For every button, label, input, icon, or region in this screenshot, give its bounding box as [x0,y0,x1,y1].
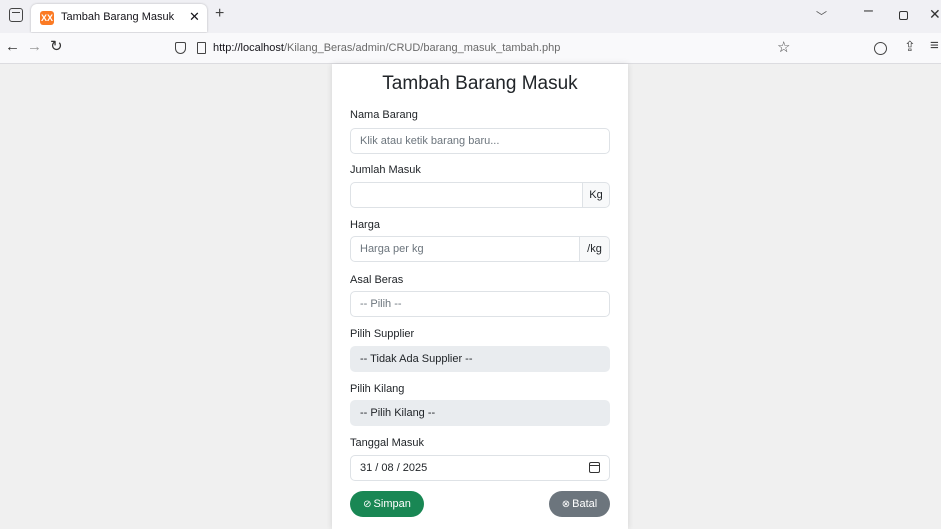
shield-icon[interactable] [175,42,186,54]
back-icon[interactable]: ← [5,38,20,55]
tanggal-masuk-value: 31 / 08 / 2025 [360,462,428,474]
close-icon[interactable]: ✕ [929,6,941,23]
supplier-label: Pilih Supplier [350,328,415,340]
calendar-icon[interactable] [589,462,600,473]
cancel-button[interactable]: ⊗ Batal [549,491,610,517]
minimize-icon[interactable]: – [864,2,873,20]
supplier-select[interactable]: -- Tidak Ada Supplier -- [350,346,610,372]
x-circle-icon: ⊗ [561,499,571,510]
per-kg-addon: /kg [580,236,610,262]
browser-tab[interactable]: XX Tambah Barang Masuk ✕ [31,4,207,32]
url-host: http://localhost [213,42,284,54]
url-path: /Kilang_Beras/admin/CRUD/barang_masuk_ta… [283,42,561,54]
check-circle-icon: ⊘ [363,499,372,510]
cancel-label: Batal [572,498,598,510]
address-bar[interactable]: http://localhost/Kilang_Beras/admin/CRUD… [213,42,560,54]
jumlah-masuk-group: Kg [350,182,610,208]
harga-input[interactable]: Harga per kg [350,236,580,262]
nama-barang-input[interactable]: Klik atau ketik barang baru... [350,128,610,154]
page-title: Tambah Barang Masuk [382,73,578,94]
tanggal-masuk-label: Tanggal Masuk [350,437,424,449]
kg-unit-addon: Kg [583,182,610,208]
page-icon[interactable] [197,42,206,54]
extensions-icon[interactable] [874,42,887,55]
asal-beras-select[interactable]: -- Pilih -- [350,291,610,317]
favicon-icon: XX [40,11,54,25]
browser-nav-bar: ← → ↻ http://localhost/Kilang_Beras/admi… [0,33,941,64]
tab-list-icon[interactable] [9,8,23,22]
kilang-label: Pilih Kilang [350,383,405,395]
jumlah-masuk-input[interactable] [350,182,583,208]
restore-icon[interactable] [899,11,908,20]
asal-beras-label: Asal Beras [350,274,404,286]
share-icon[interactable]: ⇪ [904,38,916,55]
harga-group: Harga per kg /kg [350,236,610,262]
tab-title: Tambah Barang Masuk [61,11,175,23]
form-card: Tambah Barang Masuk Nama Barang Klik ata… [332,64,628,529]
tab-close-icon[interactable]: ✕ [189,9,200,25]
kilang-select[interactable]: -- Pilih Kilang -- [350,400,610,426]
page-viewport: Tambah Barang Masuk Nama Barang Klik ata… [0,64,941,529]
jumlah-masuk-label: Jumlah Masuk [350,164,421,176]
nama-barang-label: Nama Barang [350,109,418,121]
save-label: Simpan [373,498,411,510]
bookmark-star-icon[interactable]: ☆ [777,38,790,56]
forward-icon[interactable]: → [27,38,42,55]
new-tab-icon[interactable]: + [215,5,224,23]
browser-tab-bar: XX Tambah Barang Masuk ✕ + ﹀ – ✕ [0,0,941,33]
reload-icon[interactable]: ↻ [50,37,63,55]
harga-label: Harga [350,219,380,231]
chevron-down-icon[interactable]: ﹀ [816,8,827,24]
save-button[interactable]: ⊘ Simpan [350,491,424,517]
menu-icon[interactable]: ≡ [930,37,939,54]
tanggal-masuk-input[interactable]: 31 / 08 / 2025 [350,455,610,481]
